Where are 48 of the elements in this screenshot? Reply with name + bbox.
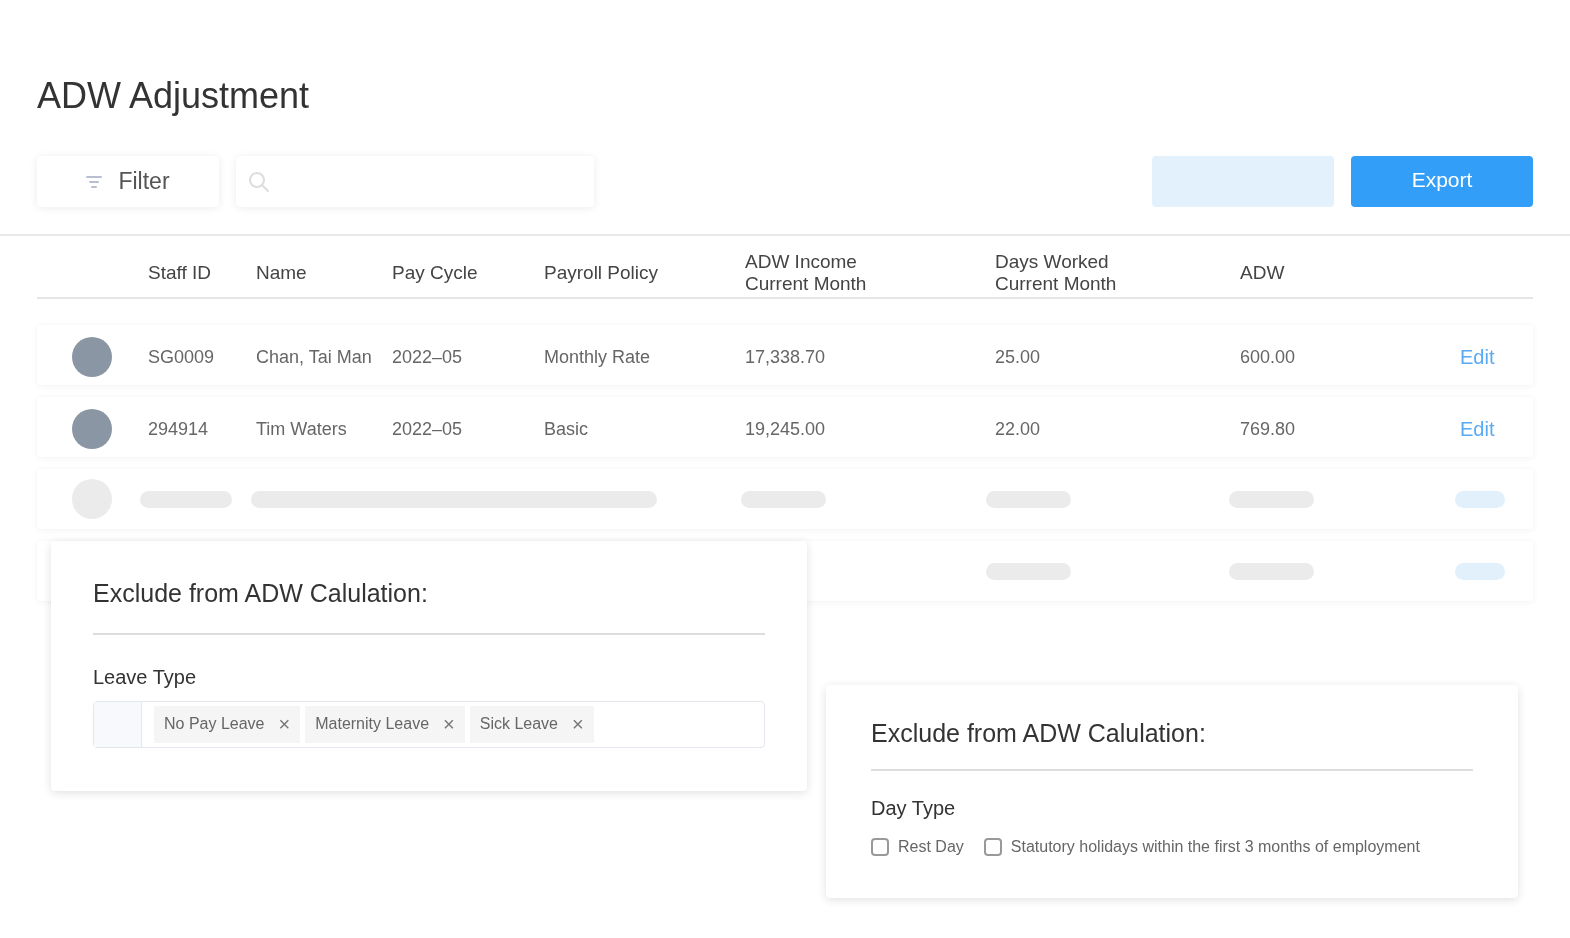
search-icon <box>248 170 270 193</box>
field-label: Leave Type <box>93 664 198 690</box>
tag-label: Maternity Leave <box>315 714 430 734</box>
table-cell: Tim Waters <box>256 418 347 439</box>
export-button[interactable]: Export <box>1351 156 1533 207</box>
column-header: Pay Cycle <box>392 261 478 283</box>
avatar-placeholder <box>72 337 112 377</box>
skeleton-bar <box>1455 490 1505 508</box>
column-header: Staff ID <box>148 261 211 283</box>
table-cell: 769.80 <box>1240 418 1296 439</box>
table-cell: 294914 <box>148 418 209 439</box>
column-header: ADW Income Current Month <box>745 250 867 294</box>
remove-tag-button[interactable]: × <box>443 709 455 739</box>
table-cell: 25.00 <box>995 346 1041 367</box>
column-header: ADW <box>1240 261 1285 283</box>
table-cell: Chan, Tai Man <box>256 346 372 367</box>
edit-link[interactable]: Edit <box>1460 418 1495 440</box>
field-label: Day Type <box>871 795 957 821</box>
filter-icon <box>86 174 103 189</box>
filter-button[interactable]: Filter <box>37 156 219 207</box>
table-cell: Monthly Rate <box>544 346 651 367</box>
checkbox[interactable] <box>871 837 889 856</box>
checkbox-label: Statutory holidays within the first 3 months of employment <box>1010 836 1420 857</box>
search-field[interactable] <box>236 156 594 207</box>
table-cell: Basic <box>544 418 588 439</box>
checkbox-label: Rest Day <box>898 836 964 857</box>
table-cell: 19,245.00 <box>745 418 826 439</box>
leave-type-field[interactable]: No Pay Leave × Maternity Leave × Sick Leave × <box>93 700 765 748</box>
avatar-placeholder <box>72 409 112 449</box>
column-header: Name <box>256 261 307 283</box>
table-cell: 600.00 <box>1240 346 1296 367</box>
panel-title: Exclude from ADW Calulation: <box>93 575 765 635</box>
table-cell: 2022–05 <box>392 346 463 367</box>
skeleton-bar <box>1455 562 1505 580</box>
table-cell: 2022–05 <box>392 418 463 439</box>
tag-label: Sick Leave <box>479 714 558 734</box>
edit-link[interactable]: Edit <box>1460 346 1495 368</box>
table-cell: 22.00 <box>995 418 1041 439</box>
checkbox[interactable] <box>983 837 1002 856</box>
remove-tag-button[interactable]: × <box>572 709 584 739</box>
tag-label: No Pay Leave <box>164 714 265 734</box>
remove-tag-button[interactable]: × <box>278 709 291 739</box>
table-cell: 17,338.70 <box>745 346 826 367</box>
column-header: Days Worked Current Month <box>995 250 1117 294</box>
table-cell: SG0009 <box>148 346 215 367</box>
panel-title: Exclude from ADW Calulation: <box>871 715 1473 771</box>
column-header: Payroll Policy <box>544 261 659 283</box>
page-title: ADW Adjustment <box>37 74 310 118</box>
